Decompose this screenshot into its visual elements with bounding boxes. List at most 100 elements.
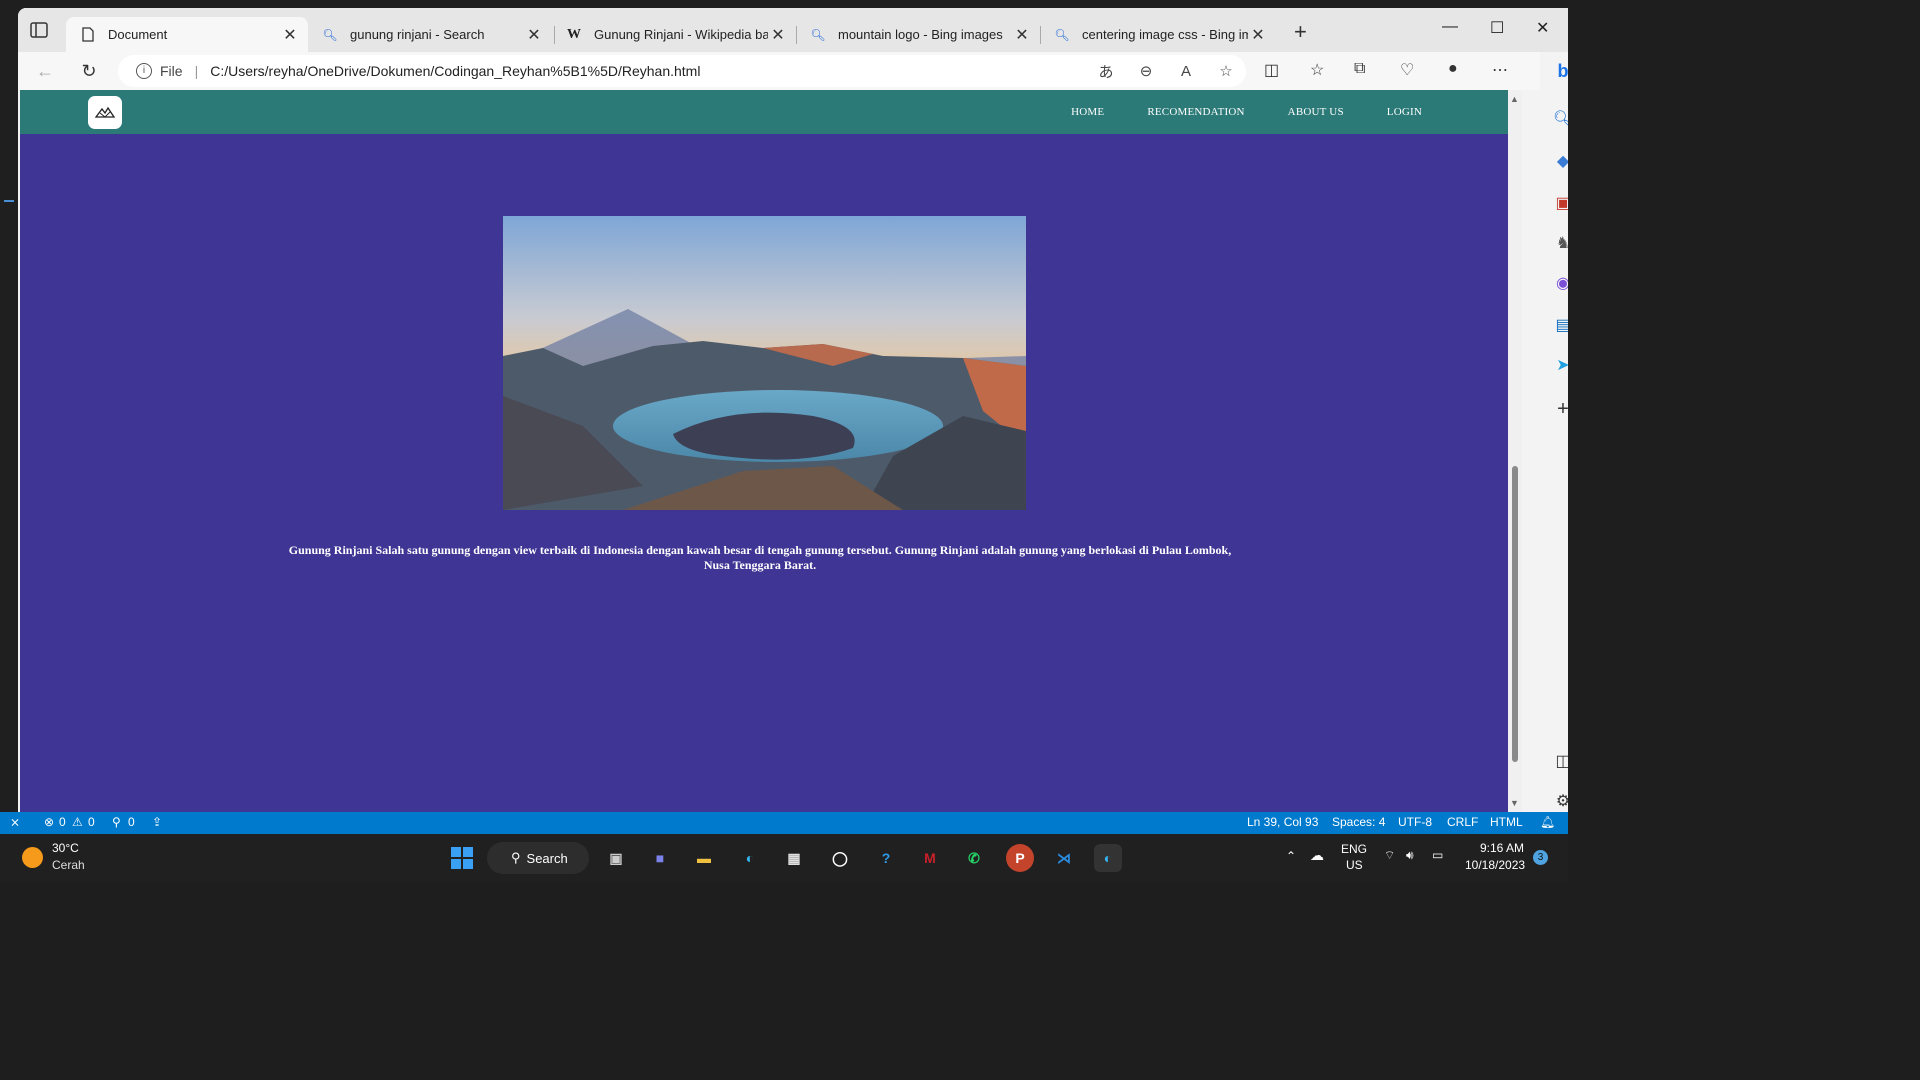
ports-icon[interactable]: ⚲ — [112, 815, 121, 829]
encoding[interactable]: UTF-8 — [1398, 815, 1432, 829]
powerpoint-icon[interactable]: P — [1006, 844, 1034, 872]
favorites-icon[interactable]: ☆ — [1310, 60, 1324, 80]
whatsapp-icon[interactable]: ✆ — [960, 844, 988, 872]
vscode-status-bar: ⨯ ⊗ 0 ⚠ 0 ⚲ 0 ⇪ Ln 39, Col 93 Spaces: 4 … — [0, 812, 1568, 834]
address-bar[interactable]: i File | C:/Users/reyha/OneDrive/Dokumen… — [118, 55, 1246, 87]
chevron-up-icon[interactable]: ⌃ — [1286, 849, 1296, 863]
minimize-button[interactable]: — — [1442, 18, 1458, 36]
site-navbar: HOME RECOMENDATION ABOUT US LOGIN — [20, 90, 1508, 134]
windows-start-icon[interactable] — [448, 844, 476, 872]
tab-actions-icon[interactable] — [30, 22, 48, 38]
split-screen-icon[interactable]: ◫ — [1264, 60, 1279, 80]
url-text[interactable]: C:/Users/reyha/OneDrive/Dokumen/Codingan… — [210, 63, 700, 79]
mcafee-icon[interactable]: M — [916, 844, 944, 872]
page-viewport: HOME RECOMENDATION ABOUT US LOGIN Gunung… — [20, 90, 1508, 812]
maximize-button[interactable]: ☐ — [1490, 18, 1504, 38]
edge-active-icon[interactable]: ◐ — [1094, 844, 1122, 872]
error-count[interactable]: 0 — [59, 815, 66, 829]
new-tab-button[interactable]: + — [1294, 21, 1307, 43]
notification-badge[interactable]: 3 — [1533, 850, 1548, 865]
tools-icon[interactable]: ▣ — [1552, 192, 1568, 214]
back-button[interactable]: ← — [34, 60, 56, 82]
battery-icon[interactable]: ▭ — [1432, 848, 1443, 862]
collections-icon[interactable]: ⧉ — [1354, 60, 1365, 78]
translate-icon[interactable]: あ — [1086, 61, 1126, 82]
teams-icon[interactable]: ■ — [646, 844, 674, 872]
help-icon[interactable]: ? — [872, 844, 900, 872]
scrollbar-thumb[interactable] — [1512, 466, 1518, 762]
wifi-icon[interactable]: ⌔ — [1384, 848, 1395, 863]
weather-desc[interactable]: Cerah — [52, 858, 85, 872]
search-icon[interactable]: 🔍︎ — [1552, 108, 1568, 130]
tab-document[interactable]: Document ✕ — [66, 17, 308, 52]
refresh-button[interactable]: ↻ — [78, 60, 100, 82]
tab-label: gunung rinjani - Search — [350, 27, 485, 42]
tab-centering-image[interactable]: 🔍︎ centering image css - Bing image ✕ — [1040, 17, 1276, 52]
warning-count[interactable]: 0 — [88, 815, 95, 829]
onedrive-cloud-icon[interactable]: ☁ — [1310, 847, 1324, 864]
sidebar-toggle-icon[interactable]: ◫ — [1552, 750, 1568, 772]
close-icon[interactable]: ✕ — [1012, 25, 1032, 45]
scroll-down-icon[interactable]: ▼ — [1510, 798, 1519, 808]
scroll-up-icon[interactable]: ▲ — [1510, 94, 1519, 104]
menu-home[interactable]: HOME — [1071, 106, 1104, 118]
search-icon: 🔍︎ — [1054, 27, 1070, 42]
tab-mountain-logo[interactable]: 🔍︎ mountain logo - Bing images ✕ — [796, 17, 1040, 52]
notifications-bell-icon[interactable]: 🔔︎ — [1540, 815, 1555, 829]
error-icon[interactable]: ⊗ — [44, 815, 54, 829]
bing-copilot-icon[interactable]: b — [1552, 60, 1569, 82]
sun-icon[interactable] — [22, 847, 43, 868]
clock-date[interactable]: 10/18/2023 — [1465, 858, 1525, 872]
menu-recomendation[interactable]: RECOMENDATION — [1147, 106, 1244, 118]
lang-top[interactable]: ENG — [1341, 842, 1367, 856]
browser-essentials-icon[interactable]: ♡ — [1400, 60, 1414, 80]
close-icon[interactable]: ✕ — [524, 25, 544, 45]
drop-icon[interactable]: ➤ — [1552, 354, 1568, 376]
info-icon[interactable]: i — [136, 63, 152, 79]
language-mode[interactable]: HTML — [1490, 815, 1523, 829]
tab-gunung-rinjani-search[interactable]: 🔍︎ gunung rinjani - Search ✕ — [308, 17, 552, 52]
close-icon[interactable]: ✕ — [768, 25, 788, 45]
volume-icon[interactable]: 🔊︎ — [1406, 848, 1414, 863]
add-icon[interactable]: + — [1552, 398, 1568, 420]
close-icon[interactable]: ✕ — [280, 25, 300, 45]
store-icon[interactable]: ▦ — [780, 844, 808, 872]
warning-icon[interactable]: ⚠ — [72, 815, 83, 829]
tab-label: mountain logo - Bing images — [838, 27, 1003, 42]
lang-bottom[interactable]: US — [1346, 858, 1363, 872]
remote-icon[interactable]: ⨯ — [10, 815, 20, 829]
clock-time[interactable]: 9:16 AM — [1480, 841, 1524, 855]
tab-wikipedia[interactable]: W Gunung Rinjani - Wikipedia baha ✕ — [552, 17, 796, 52]
games-icon[interactable]: ♞ — [1552, 232, 1568, 254]
line-ending[interactable]: CRLF — [1447, 815, 1478, 829]
indentation[interactable]: Spaces: 4 — [1332, 815, 1385, 829]
outlook-icon[interactable]: ▤ — [1552, 314, 1568, 336]
microsoft365-icon[interactable]: ◉ — [1552, 272, 1568, 294]
more-menu-icon[interactable]: ⋯ — [1492, 60, 1508, 80]
live-share-icon[interactable]: ⇪ — [152, 815, 162, 829]
favorite-star-icon[interactable]: ☆ — [1206, 62, 1246, 80]
cursor-position[interactable]: Ln 39, Col 93 — [1247, 815, 1318, 829]
menu-about-us[interactable]: ABOUT US — [1288, 106, 1344, 118]
shopping-tag-icon[interactable]: ◆ — [1552, 150, 1568, 172]
zoom-out-icon[interactable]: ⊖ — [1126, 62, 1166, 80]
page-scrollbar[interactable]: ▲ ▼ — [1508, 90, 1522, 812]
github-icon[interactable]: ◯ — [826, 844, 854, 872]
close-window-button[interactable]: ✕ — [1536, 18, 1549, 38]
mountain-logo-icon[interactable] — [88, 96, 122, 129]
menu-login[interactable]: LOGIN — [1387, 106, 1422, 118]
edge-sidebar: b 🔍︎ ◆ ▣ ♞ ◉ ▤ ➤ + ◫ ⚙ — [1540, 52, 1568, 814]
file-explorer-icon[interactable]: ▬ — [690, 844, 718, 872]
task-view-icon[interactable]: ▣ — [602, 844, 630, 872]
weather-temp[interactable]: 30°C — [52, 841, 79, 855]
ports-count[interactable]: 0 — [128, 815, 135, 829]
settings-gear-icon[interactable]: ⚙ — [1552, 790, 1568, 812]
wikipedia-icon: W — [567, 26, 581, 42]
edge-icon[interactable]: ◐ — [736, 844, 764, 872]
vscode-icon[interactable]: ⋊ — [1050, 844, 1078, 872]
tab-label: centering image css - Bing image — [1082, 27, 1248, 42]
close-icon[interactable]: ✕ — [1248, 25, 1268, 45]
read-aloud-icon[interactable]: A — [1166, 63, 1206, 80]
profile-icon[interactable]: ● — [1448, 60, 1458, 78]
taskbar-search[interactable]: ⚲ Search — [487, 842, 589, 874]
